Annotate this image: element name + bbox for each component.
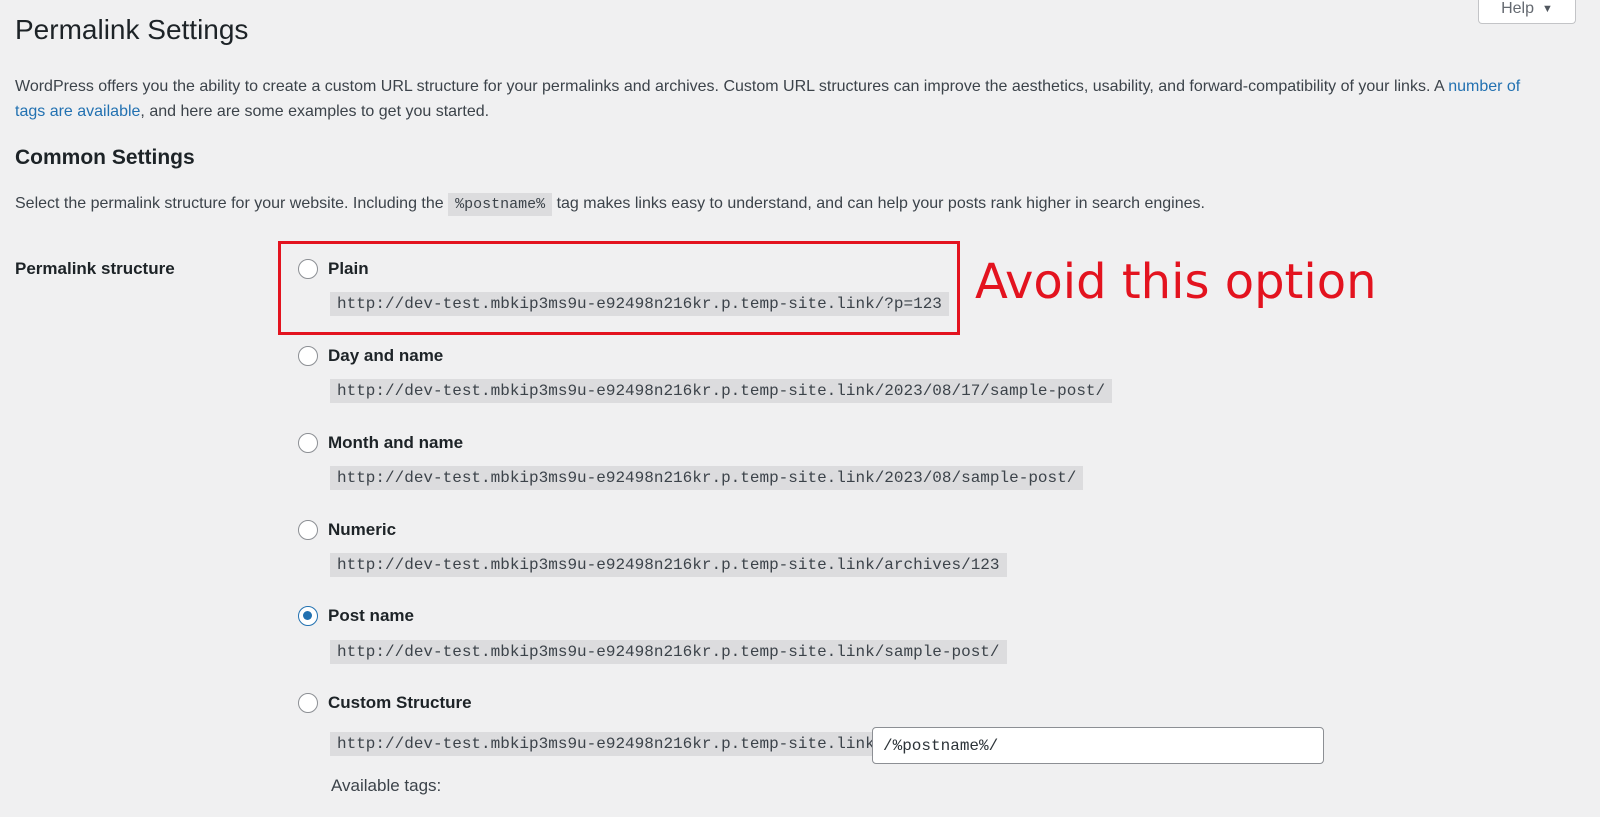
caret-down-icon: ▼: [1542, 2, 1553, 15]
postname-tag-code: %postname%: [448, 193, 553, 216]
example-url-month-and-name: http://dev-test.mbkip3ms9u-e92498n216kr.…: [330, 466, 1084, 490]
option-label-post-name: Post name: [328, 606, 414, 625]
custom-structure-input[interactable]: [872, 727, 1324, 764]
custom-structure-base-url: http://dev-test.mbkip3ms9u-e92498n216kr.…: [330, 732, 882, 756]
option-numeric[interactable]: Numeric: [298, 520, 396, 540]
available-tags-label: Available tags:: [331, 776, 442, 795]
intro-paragraph: WordPress offers you the ability to crea…: [15, 74, 1545, 124]
help-label: Help: [1501, 0, 1534, 17]
help-tab-button[interactable]: Help ▼: [1478, 0, 1576, 24]
option-label-month-and-name: Month and name: [328, 433, 464, 452]
common-settings-description: Select the permalink structure for your …: [15, 193, 1205, 216]
annotation-text: Avoid this option: [975, 254, 1377, 310]
example-url-day-and-name: http://dev-test.mbkip3ms9u-e92498n216kr.…: [330, 379, 1113, 403]
example-url-post-name: http://dev-test.mbkip3ms9u-e92498n216kr.…: [330, 640, 1007, 664]
desc-text-after: tag makes links easy to understand, and …: [552, 195, 1205, 212]
page-title: Permalink Settings: [15, 14, 249, 45]
radio-day-and-name[interactable]: [298, 346, 318, 366]
option-label-numeric: Numeric: [328, 520, 397, 539]
option-custom-structure[interactable]: Custom Structure: [298, 693, 472, 713]
option-label-day-and-name: Day and name: [328, 346, 444, 365]
permalink-structure-label: Permalink structure: [15, 259, 175, 278]
radio-numeric[interactable]: [298, 520, 318, 540]
radio-post-name[interactable]: [298, 606, 318, 626]
permalink-settings-page: Help ▼ Permalink Settings WordPress offe…: [0, 0, 1600, 817]
radio-month-and-name[interactable]: [298, 433, 318, 453]
annotation-highlight-box: [278, 241, 960, 335]
common-settings-heading: Common Settings: [15, 146, 195, 169]
option-post-name[interactable]: Post name: [298, 606, 414, 626]
desc-text-before: Select the permalink structure for your …: [15, 195, 449, 212]
option-month-and-name[interactable]: Month and name: [298, 433, 463, 453]
radio-custom-structure[interactable]: [298, 693, 318, 713]
intro-text-after: , and here are some examples to get you …: [140, 103, 490, 120]
example-url-numeric: http://dev-test.mbkip3ms9u-e92498n216kr.…: [330, 553, 1007, 577]
intro-text-before: WordPress offers you the ability to crea…: [15, 78, 1449, 95]
option-label-custom-structure: Custom Structure: [328, 693, 472, 712]
option-day-and-name[interactable]: Day and name: [298, 346, 443, 366]
